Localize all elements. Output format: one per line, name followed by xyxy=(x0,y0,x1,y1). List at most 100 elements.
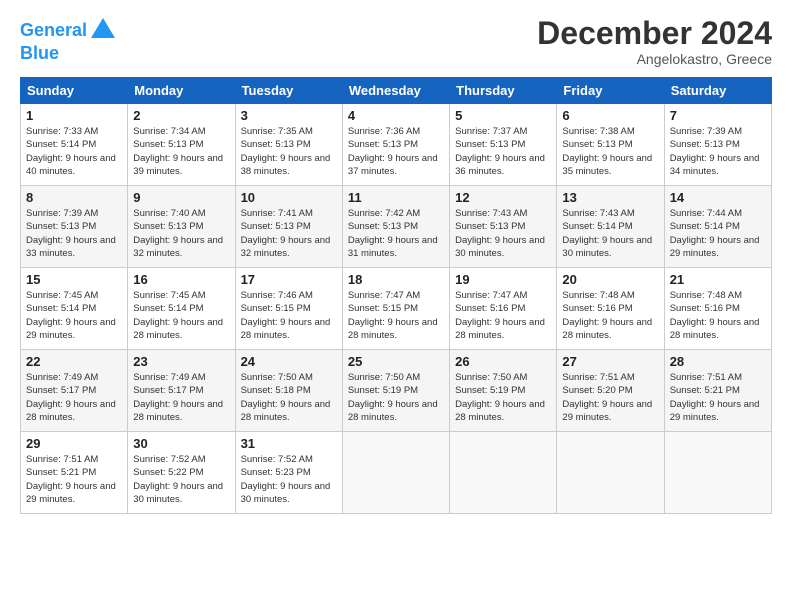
calendar-day-cell: 22 Sunrise: 7:49 AMSunset: 5:17 PMDaylig… xyxy=(21,350,128,432)
calendar-day-cell: 17 Sunrise: 7:46 AMSunset: 5:15 PMDaylig… xyxy=(235,268,342,350)
day-number: 19 xyxy=(455,272,551,287)
calendar-week-row: 1 Sunrise: 7:33 AMSunset: 5:14 PMDayligh… xyxy=(21,104,772,186)
day-info: Sunrise: 7:39 AMSunset: 5:13 PMDaylight:… xyxy=(26,208,116,259)
day-number: 28 xyxy=(670,354,766,369)
calendar-day-cell: 7 Sunrise: 7:39 AMSunset: 5:13 PMDayligh… xyxy=(664,104,771,186)
day-info: Sunrise: 7:48 AMSunset: 5:16 PMDaylight:… xyxy=(670,290,760,341)
calendar-day-cell: 3 Sunrise: 7:35 AMSunset: 5:13 PMDayligh… xyxy=(235,104,342,186)
calendar-day-cell xyxy=(450,432,557,514)
day-info: Sunrise: 7:42 AMSunset: 5:13 PMDaylight:… xyxy=(348,208,438,259)
calendar-day-cell: 12 Sunrise: 7:43 AMSunset: 5:13 PMDaylig… xyxy=(450,186,557,268)
calendar-week-row: 8 Sunrise: 7:39 AMSunset: 5:13 PMDayligh… xyxy=(21,186,772,268)
calendar-header-tuesday: Tuesday xyxy=(235,78,342,104)
day-info: Sunrise: 7:49 AMSunset: 5:17 PMDaylight:… xyxy=(26,372,116,423)
day-number: 18 xyxy=(348,272,444,287)
day-number: 13 xyxy=(562,190,658,205)
calendar-header-row: SundayMondayTuesdayWednesdayThursdayFrid… xyxy=(21,78,772,104)
day-number: 9 xyxy=(133,190,229,205)
day-info: Sunrise: 7:35 AMSunset: 5:13 PMDaylight:… xyxy=(241,126,331,177)
day-number: 20 xyxy=(562,272,658,287)
calendar-header-saturday: Saturday xyxy=(664,78,771,104)
calendar-day-cell: 4 Sunrise: 7:36 AMSunset: 5:13 PMDayligh… xyxy=(342,104,449,186)
day-info: Sunrise: 7:41 AMSunset: 5:13 PMDaylight:… xyxy=(241,208,331,259)
calendar-header-sunday: Sunday xyxy=(21,78,128,104)
day-info: Sunrise: 7:49 AMSunset: 5:17 PMDaylight:… xyxy=(133,372,223,423)
day-info: Sunrise: 7:50 AMSunset: 5:19 PMDaylight:… xyxy=(455,372,545,423)
logo-icon xyxy=(89,16,117,44)
calendar-day-cell: 29 Sunrise: 7:51 AMSunset: 5:21 PMDaylig… xyxy=(21,432,128,514)
day-info: Sunrise: 7:51 AMSunset: 5:21 PMDaylight:… xyxy=(26,454,116,505)
day-info: Sunrise: 7:51 AMSunset: 5:21 PMDaylight:… xyxy=(670,372,760,423)
calendar-day-cell: 27 Sunrise: 7:51 AMSunset: 5:20 PMDaylig… xyxy=(557,350,664,432)
day-number: 26 xyxy=(455,354,551,369)
day-number: 16 xyxy=(133,272,229,287)
calendar-day-cell: 10 Sunrise: 7:41 AMSunset: 5:13 PMDaylig… xyxy=(235,186,342,268)
day-info: Sunrise: 7:43 AMSunset: 5:14 PMDaylight:… xyxy=(562,208,652,259)
calendar-day-cell: 30 Sunrise: 7:52 AMSunset: 5:22 PMDaylig… xyxy=(128,432,235,514)
day-number: 31 xyxy=(241,436,337,451)
calendar-day-cell: 21 Sunrise: 7:48 AMSunset: 5:16 PMDaylig… xyxy=(664,268,771,350)
logo: General Blue xyxy=(20,16,117,62)
calendar-day-cell: 16 Sunrise: 7:45 AMSunset: 5:14 PMDaylig… xyxy=(128,268,235,350)
calendar-day-cell xyxy=(557,432,664,514)
header: General Blue December 2024 Angelokastro,… xyxy=(20,16,772,67)
day-info: Sunrise: 7:47 AMSunset: 5:16 PMDaylight:… xyxy=(455,290,545,341)
day-info: Sunrise: 7:37 AMSunset: 5:13 PMDaylight:… xyxy=(455,126,545,177)
day-number: 25 xyxy=(348,354,444,369)
calendar-day-cell: 18 Sunrise: 7:47 AMSunset: 5:15 PMDaylig… xyxy=(342,268,449,350)
day-number: 4 xyxy=(348,108,444,123)
day-number: 5 xyxy=(455,108,551,123)
day-info: Sunrise: 7:38 AMSunset: 5:13 PMDaylight:… xyxy=(562,126,652,177)
calendar-week-row: 15 Sunrise: 7:45 AMSunset: 5:14 PMDaylig… xyxy=(21,268,772,350)
day-number: 24 xyxy=(241,354,337,369)
day-info: Sunrise: 7:51 AMSunset: 5:20 PMDaylight:… xyxy=(562,372,652,423)
day-number: 10 xyxy=(241,190,337,205)
day-number: 21 xyxy=(670,272,766,287)
day-info: Sunrise: 7:39 AMSunset: 5:13 PMDaylight:… xyxy=(670,126,760,177)
calendar-day-cell: 24 Sunrise: 7:50 AMSunset: 5:18 PMDaylig… xyxy=(235,350,342,432)
day-info: Sunrise: 7:33 AMSunset: 5:14 PMDaylight:… xyxy=(26,126,116,177)
day-info: Sunrise: 7:34 AMSunset: 5:13 PMDaylight:… xyxy=(133,126,223,177)
day-number: 30 xyxy=(133,436,229,451)
calendar-header-thursday: Thursday xyxy=(450,78,557,104)
calendar-week-row: 29 Sunrise: 7:51 AMSunset: 5:21 PMDaylig… xyxy=(21,432,772,514)
calendar-day-cell: 1 Sunrise: 7:33 AMSunset: 5:14 PMDayligh… xyxy=(21,104,128,186)
calendar-day-cell: 15 Sunrise: 7:45 AMSunset: 5:14 PMDaylig… xyxy=(21,268,128,350)
calendar-day-cell: 19 Sunrise: 7:47 AMSunset: 5:16 PMDaylig… xyxy=(450,268,557,350)
day-number: 15 xyxy=(26,272,122,287)
day-number: 29 xyxy=(26,436,122,451)
day-info: Sunrise: 7:45 AMSunset: 5:14 PMDaylight:… xyxy=(133,290,223,341)
calendar-header-monday: Monday xyxy=(128,78,235,104)
calendar-day-cell: 23 Sunrise: 7:49 AMSunset: 5:17 PMDaylig… xyxy=(128,350,235,432)
day-number: 12 xyxy=(455,190,551,205)
calendar-day-cell: 26 Sunrise: 7:50 AMSunset: 5:19 PMDaylig… xyxy=(450,350,557,432)
day-info: Sunrise: 7:52 AMSunset: 5:23 PMDaylight:… xyxy=(241,454,331,505)
day-info: Sunrise: 7:40 AMSunset: 5:13 PMDaylight:… xyxy=(133,208,223,259)
calendar-week-row: 22 Sunrise: 7:49 AMSunset: 5:17 PMDaylig… xyxy=(21,350,772,432)
title-block: December 2024 Angelokastro, Greece xyxy=(537,16,772,67)
logo-text: General xyxy=(20,21,87,39)
calendar-day-cell: 6 Sunrise: 7:38 AMSunset: 5:13 PMDayligh… xyxy=(557,104,664,186)
day-number: 22 xyxy=(26,354,122,369)
calendar-table: SundayMondayTuesdayWednesdayThursdayFrid… xyxy=(20,77,772,514)
calendar-day-cell: 31 Sunrise: 7:52 AMSunset: 5:23 PMDaylig… xyxy=(235,432,342,514)
calendar-day-cell: 9 Sunrise: 7:40 AMSunset: 5:13 PMDayligh… xyxy=(128,186,235,268)
day-info: Sunrise: 7:50 AMSunset: 5:19 PMDaylight:… xyxy=(348,372,438,423)
calendar-day-cell: 20 Sunrise: 7:48 AMSunset: 5:16 PMDaylig… xyxy=(557,268,664,350)
day-number: 3 xyxy=(241,108,337,123)
day-number: 11 xyxy=(348,190,444,205)
day-info: Sunrise: 7:45 AMSunset: 5:14 PMDaylight:… xyxy=(26,290,116,341)
calendar-day-cell xyxy=(342,432,449,514)
day-number: 7 xyxy=(670,108,766,123)
calendar-day-cell xyxy=(664,432,771,514)
day-info: Sunrise: 7:43 AMSunset: 5:13 PMDaylight:… xyxy=(455,208,545,259)
month-title: December 2024 xyxy=(537,16,772,51)
calendar-day-cell: 13 Sunrise: 7:43 AMSunset: 5:14 PMDaylig… xyxy=(557,186,664,268)
day-info: Sunrise: 7:48 AMSunset: 5:16 PMDaylight:… xyxy=(562,290,652,341)
day-info: Sunrise: 7:47 AMSunset: 5:15 PMDaylight:… xyxy=(348,290,438,341)
calendar-day-cell: 28 Sunrise: 7:51 AMSunset: 5:21 PMDaylig… xyxy=(664,350,771,432)
logo-text-blue: Blue xyxy=(20,44,117,62)
calendar-day-cell: 2 Sunrise: 7:34 AMSunset: 5:13 PMDayligh… xyxy=(128,104,235,186)
day-number: 17 xyxy=(241,272,337,287)
day-number: 14 xyxy=(670,190,766,205)
